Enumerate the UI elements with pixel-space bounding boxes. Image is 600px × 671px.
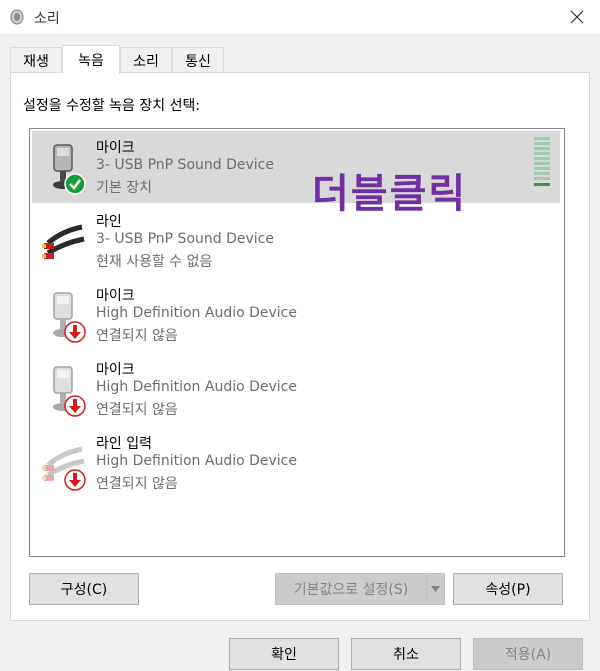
device-name: 마이크 — [96, 288, 135, 304]
properties-button[interactable]: 속성(P) — [453, 573, 563, 605]
recording-panel: 설정을 수정할 녹음 장치 선택: 마이크 3- USB PnP Sound D… — [10, 72, 590, 621]
tab-label: 재생 — [23, 53, 49, 70]
close-icon — [570, 10, 584, 24]
disconnected-icon — [64, 395, 86, 417]
tab-recording[interactable]: 녹음 — [62, 45, 120, 74]
chevron-down-icon — [431, 586, 440, 592]
device-status: 연결되지 않음 — [96, 476, 178, 492]
cancel-button[interactable]: 취소 — [351, 638, 461, 670]
device-description: High Definition Audio Device — [96, 379, 297, 395]
device-name: 마이크 — [96, 362, 135, 378]
device-status: 연결되지 않음 — [96, 402, 178, 418]
device-item-hd-microphone-1[interactable]: 마이크 High Definition Audio Device 연결되지 않음 — [32, 279, 560, 351]
device-item-hd-microphone-2[interactable]: 마이크 High Definition Audio Device 연결되지 않음 — [32, 353, 560, 425]
device-description: High Definition Audio Device — [96, 453, 297, 469]
disconnected-icon — [64, 321, 86, 343]
button-label: 기본값으로 설정(S) — [293, 582, 409, 598]
button-label: 취소 — [393, 647, 419, 663]
tab-label: 녹음 — [78, 53, 104, 69]
button-label: 적용(A) — [504, 647, 552, 663]
set-default-dropdown[interactable] — [426, 574, 444, 604]
device-name: 라인 입력 — [96, 436, 152, 452]
device-item-hd-line-in[interactable]: 라인 입력 High Definition Audio Device 연결되지 … — [32, 427, 560, 499]
close-button[interactable] — [554, 0, 600, 34]
tab-playback[interactable]: 재생 — [10, 47, 62, 73]
disconnected-icon — [64, 469, 86, 491]
level-meter — [534, 137, 550, 186]
instruction-text: 설정을 수정할 녹음 장치 선택: — [23, 98, 201, 114]
speaker-icon — [10, 9, 24, 25]
title-bar: 소리 — [0, 0, 600, 34]
device-description: 3- USB PnP Sound Device — [96, 157, 274, 173]
device-status: 연결되지 않음 — [96, 328, 178, 344]
apply-button[interactable]: 적용(A) — [473, 638, 583, 670]
configure-button[interactable]: 구성(C) — [29, 573, 139, 605]
device-item-usb-microphone[interactable]: 마이크 3- USB PnP Sound Device 기본 장치 더블클릭 — [32, 131, 560, 217]
device-name: 라인 — [96, 214, 122, 230]
button-label: 확인 — [271, 647, 297, 663]
button-label: 구성(C) — [60, 582, 108, 598]
device-item-usb-line[interactable]: 라인 3- USB PnP Sound Device 현재 사용할 수 없음 — [32, 205, 560, 277]
tab-sounds[interactable]: 소리 — [120, 47, 172, 73]
device-status: 기본 장치 — [96, 180, 152, 196]
device-description: High Definition Audio Device — [96, 305, 297, 321]
tab-communications[interactable]: 통신 — [172, 47, 224, 73]
device-description: 3- USB PnP Sound Device — [96, 231, 274, 247]
device-list[interactable]: 마이크 3- USB PnP Sound Device 기본 장치 더블클릭 라… — [29, 128, 565, 557]
set-default-button[interactable]: 기본값으로 설정(S) — [275, 573, 445, 605]
button-label: 속성(P) — [485, 582, 531, 598]
window-title: 소리 — [34, 11, 60, 27]
ok-button[interactable]: 확인 — [229, 638, 339, 670]
tab-label: 소리 — [133, 53, 159, 70]
tab-label: 통신 — [185, 53, 211, 70]
checkmark-icon — [64, 173, 86, 195]
line-cable-icon — [42, 224, 85, 259]
device-status: 현재 사용할 수 없음 — [96, 254, 213, 270]
device-name: 마이크 — [96, 140, 135, 156]
